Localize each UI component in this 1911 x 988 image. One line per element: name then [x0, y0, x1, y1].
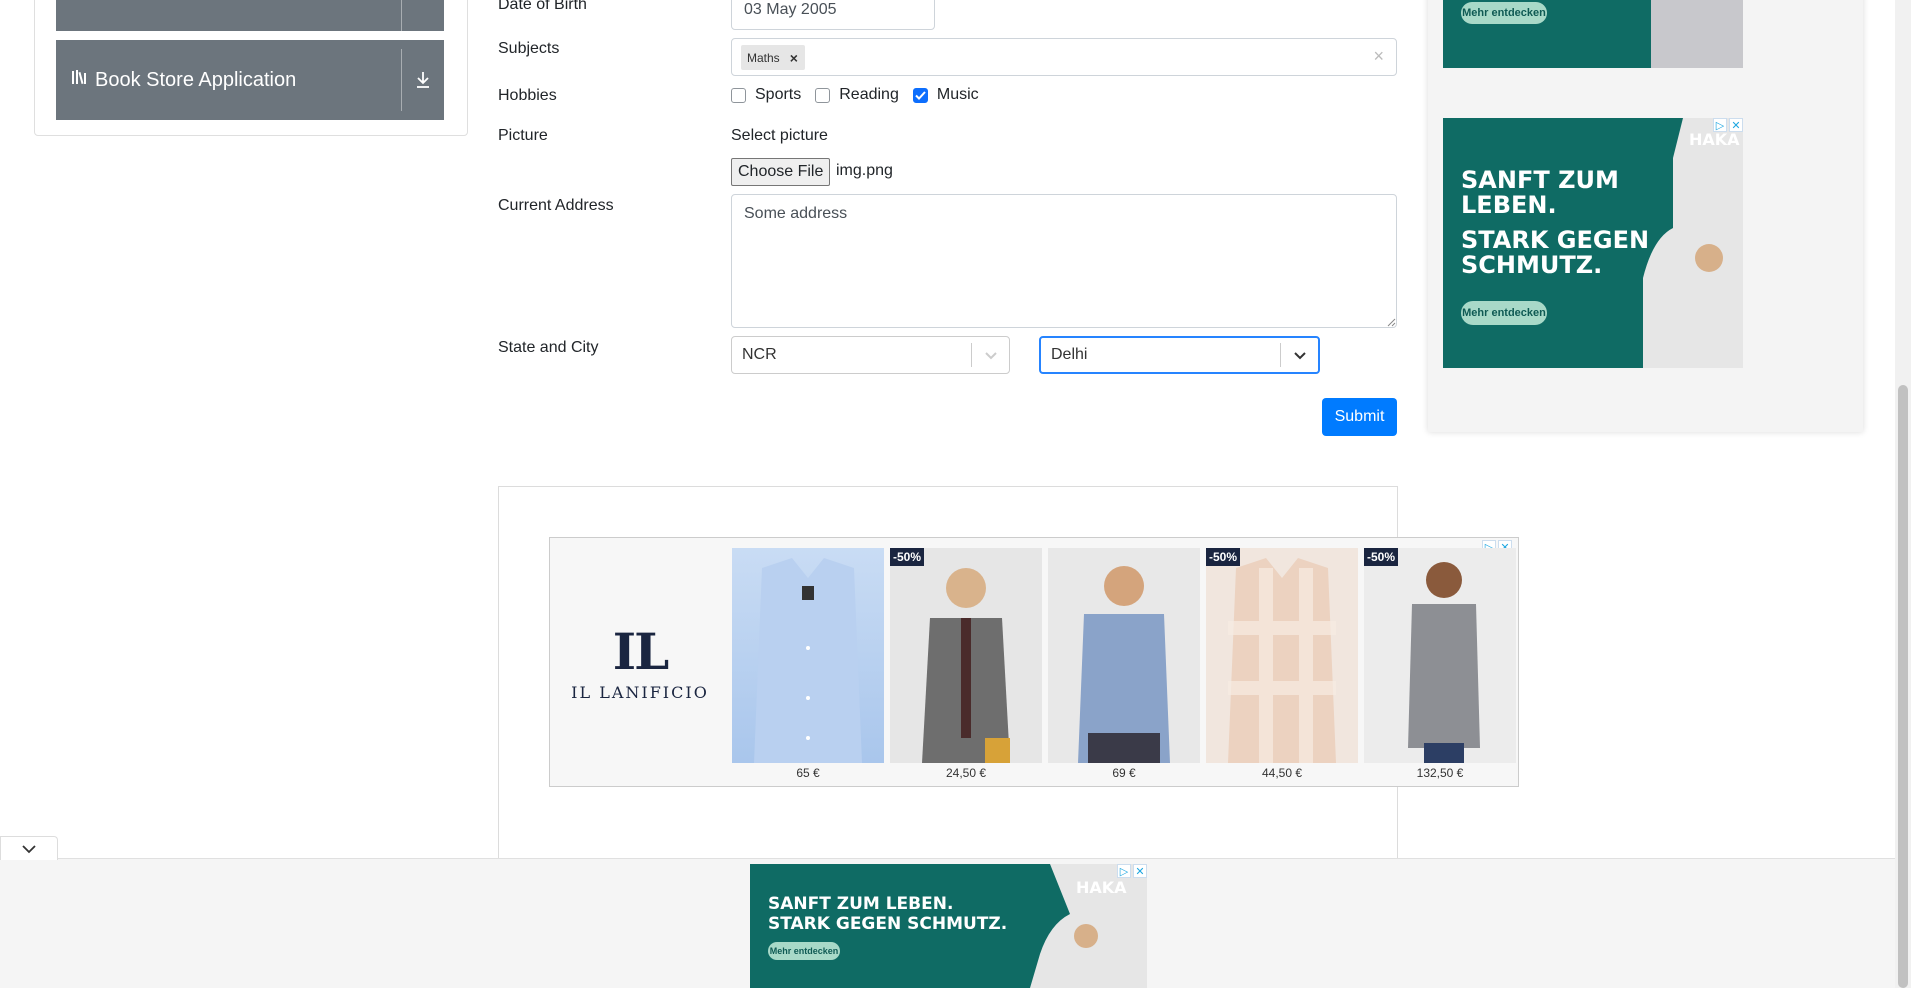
product-image-patterned-shirt: [1048, 548, 1200, 763]
haka-cta-button[interactable]: Mehr entdecken: [1461, 301, 1547, 325]
product-price: 132,50 €: [1416, 766, 1464, 780]
sports-checkbox[interactable]: [731, 87, 746, 103]
haka-ad-middle[interactable]: SANFT ZUM LEBEN. STARK GEGEN SCHMUTZ. Me…: [1443, 118, 1743, 368]
city-value: Delhi: [1051, 346, 1088, 363]
subject-tag-label: Maths: [747, 50, 780, 65]
close-ad-icon[interactable]: ✕: [1133, 864, 1147, 878]
state-value: NCR: [742, 346, 777, 363]
discount-badge: -50%: [890, 548, 925, 566]
hobby-music[interactable]: Music: [912, 86, 979, 104]
sidebar-divider: [401, 0, 402, 31]
sports-label: Sports: [755, 86, 802, 103]
collapse-ad-button[interactable]: [0, 836, 58, 860]
haka-line-3: STARK GEGEN: [1461, 226, 1650, 254]
haka-line-1: SANFT ZUM: [1461, 166, 1619, 194]
haka-ad-bottom[interactable]: SANFT ZUM LEBEN. STARK GEGEN SCHMUTZ. Me…: [750, 864, 1147, 988]
lanificio-mark: IL: [612, 622, 670, 681]
hobbies-label: Hobbies: [498, 87, 557, 104]
sidebar-item-prev[interactable]: [56, 0, 444, 31]
haka-headline-2: STARK GEGEN SCHMUTZ.: [1461, 226, 1650, 280]
scrollbar-thumb[interactable]: [1898, 385, 1908, 988]
haka-brand: HAKA: [1689, 130, 1740, 149]
address-label: Current Address: [498, 197, 614, 214]
choose-file-button[interactable]: Choose File: [731, 158, 831, 186]
product-image-check-shirt: [1206, 548, 1358, 763]
product-price: 44,50 €: [1261, 766, 1303, 780]
haka-line-2: LEBEN.: [1461, 191, 1557, 220]
dob-label: Date of Birth: [498, 0, 587, 13]
haka-ad-photo: [1651, 0, 1743, 68]
product-card[interactable]: 69 €: [1048, 548, 1200, 780]
reading-label: Reading: [839, 86, 899, 103]
tag-remove-icon[interactable]: ×: [786, 50, 805, 66]
address-textarea[interactable]: Some address: [731, 194, 1397, 328]
haka-banner-line-2: STARK GEGEN SCHMUTZ.: [768, 914, 1008, 934]
reading-checkbox[interactable]: [815, 87, 831, 103]
submit-button[interactable]: Submit: [1322, 398, 1397, 436]
haka-cta-button[interactable]: Mehr entdecken: [1461, 2, 1547, 24]
product-image-blazer: [890, 548, 1042, 763]
subject-tag: Maths ×: [741, 45, 805, 70]
discount-badge: -50%: [1206, 548, 1241, 566]
select-picture-label: Select picture: [731, 127, 828, 144]
discount-badge: -50%: [1364, 548, 1399, 566]
haka-banner-line-1: SANFT ZUM LEBEN.: [768, 894, 954, 914]
ad-choices[interactable]: ▷✕: [1117, 864, 1147, 878]
product-card[interactable]: -50% 132,50 €: [1364, 548, 1516, 780]
clear-icon[interactable]: ×: [1373, 46, 1384, 67]
music-checkbox[interactable]: [912, 87, 928, 103]
dob-input[interactable]: 03 May 2005: [731, 0, 935, 30]
hobby-sports[interactable]: Sports: [731, 86, 801, 104]
city-select[interactable]: Delhi: [1039, 336, 1320, 374]
resize-handle-icon[interactable]: [1387, 318, 1396, 327]
lanificio-name: IL LANIFICIO: [571, 683, 709, 702]
picture-label: Picture: [498, 127, 548, 144]
haka-line-4: SCHMUTZ.: [1461, 251, 1603, 280]
haka-headline-1: SANFT ZUM LEBEN.: [1461, 166, 1619, 220]
book-store-label: Book Store Application: [95, 68, 297, 91]
close-ad-icon[interactable]: ✕: [1729, 118, 1743, 132]
hobbies-group: Sports Reading Music: [731, 86, 993, 104]
product-image-coat: [1364, 548, 1516, 763]
haka-brand: HAKA: [1076, 878, 1127, 897]
chevron-down-icon: [971, 343, 1009, 367]
book-icon: [71, 68, 89, 92]
ad-choices[interactable]: ▷✕: [1713, 118, 1743, 132]
product-price: 65 €: [796, 766, 820, 780]
haka-ad-top[interactable]: Mehr entdecken: [1443, 0, 1743, 68]
product-price: 24,50 €: [945, 766, 987, 780]
sidebar-item-book-store[interactable]: Book Store Application: [56, 40, 444, 120]
adchoices-icon[interactable]: ▷: [1713, 118, 1727, 132]
product-card[interactable]: -50% 24,50 €: [890, 548, 1042, 780]
subjects-label: Subjects: [498, 40, 560, 57]
sidebar-item-book-store-label: Book Store Application: [56, 68, 401, 92]
hobby-reading[interactable]: Reading: [815, 86, 899, 104]
chevron-down-icon: [1280, 343, 1318, 367]
download-icon: [402, 71, 444, 89]
product-card[interactable]: 65 €: [732, 548, 884, 780]
state-city-label: State and City: [498, 339, 599, 356]
music-label: Music: [936, 86, 979, 103]
file-name: img.png: [836, 162, 893, 179]
product-price: 69 €: [1112, 766, 1136, 780]
product-image-shirt: [732, 548, 884, 763]
product-card[interactable]: -50% 44,50 €: [1206, 548, 1358, 780]
subjects-input[interactable]: Maths × ×: [731, 38, 1397, 76]
chevron-down-icon: [22, 844, 36, 853]
state-select[interactable]: NCR: [731, 336, 1010, 374]
haka-cta-button[interactable]: Mehr entdecken: [768, 942, 840, 960]
adchoices-icon[interactable]: ▷: [1117, 864, 1131, 878]
lanificio-logo: IL IL LANIFICIO: [550, 538, 730, 786]
